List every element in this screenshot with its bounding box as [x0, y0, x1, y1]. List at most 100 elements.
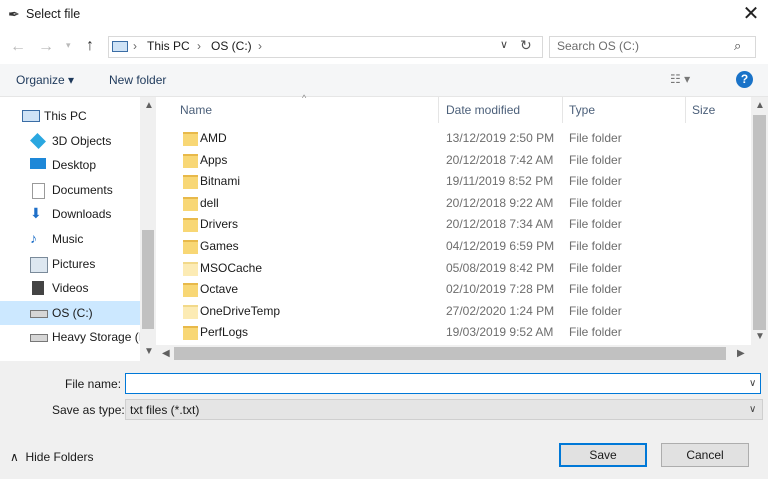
scroll-right-icon[interactable]: ▶ [737, 348, 745, 359]
sidebar-item-this-pc[interactable]: This PC [0, 104, 140, 128]
file-date-modified: 05/08/2019 8:42 PM [446, 260, 555, 275]
table-row[interactable]: PerfLogs 19/03/2019 9:52 AM File folder [156, 322, 751, 344]
sidebar-item-label: Documents [52, 182, 113, 197]
sidebar-item-label: This PC [44, 109, 87, 123]
file-type: File folder [569, 282, 622, 297]
drive-icon [30, 309, 48, 318]
nav-scroll-thumb[interactable] [142, 230, 154, 329]
column-header-date[interactable]: Date modified [446, 103, 520, 129]
save-button[interactable]: Save [559, 443, 647, 467]
file-name: Drivers [200, 217, 238, 232]
breadcrumb-os-c[interactable]: OS (C:) [211, 39, 252, 53]
table-row[interactable]: Octave 02/10/2019 7:28 PM File folder [156, 279, 751, 301]
picture-icon [30, 256, 48, 273]
file-date-modified: 02/10/2019 7:28 PM [446, 282, 555, 297]
table-row[interactable]: OneDriveTemp 27/02/2020 1:24 PM File folde… [156, 301, 751, 323]
sidebar-item-label: Pictures [52, 256, 96, 271]
file-name-input[interactable] [125, 373, 761, 394]
music-note-icon: ♪ [30, 230, 37, 246]
file-date-modified: 20/12/2018 9:22 AM [446, 195, 554, 210]
folder-icon [183, 304, 198, 319]
column-divider[interactable] [562, 97, 563, 123]
new-folder-button[interactable]: New folder [109, 73, 166, 87]
breadcrumb-separator-icon[interactable]: › [197, 39, 201, 53]
file-name: Apps [200, 152, 228, 167]
file-date-modified: 20/12/2018 7:42 AM [446, 152, 554, 167]
folder-icon [183, 132, 198, 146]
sidebar-item-music[interactable]: ♪ Music [0, 227, 140, 251]
file-date-modified: 27/02/2020 1:24 PM [446, 303, 555, 318]
chevron-down-icon[interactable]: ∨ [749, 378, 756, 389]
sidebar-item-heavy-storage-i[interactable]: Heavy Storage (I [0, 325, 143, 349]
breadcrumb-separator-icon[interactable]: › [133, 39, 137, 53]
file-name-label: File name: [65, 377, 122, 391]
sidebar-item-label: Heavy Storage (I [52, 330, 143, 345]
sidebar-item-label: 3D Objects [52, 133, 112, 148]
column-divider[interactable] [438, 97, 439, 123]
scroll-left-icon[interactable]: ◀ [162, 348, 170, 359]
horizontal-scroll-thumb[interactable] [174, 347, 726, 360]
title-bar [0, 0, 768, 30]
sidebar-item-downloads[interactable]: ⬇ Downloads [0, 202, 140, 226]
file-date-modified: 19/11/2019 8:52 PM [446, 174, 554, 189]
sidebar-item-desktop[interactable]: Desktop [0, 153, 140, 177]
table-row[interactable]: Apps 20/12/2018 7:42 AM File folder [156, 150, 751, 172]
column-header-type[interactable]: Type [569, 103, 595, 129]
close-button[interactable]: ✕ [736, 2, 766, 28]
sidebar-item-videos[interactable]: Videos [0, 276, 140, 300]
save-as-type-select[interactable] [125, 399, 763, 420]
sidebar-item-label: OS (C:) [52, 305, 93, 320]
recent-locations-chevron-icon[interactable]: ▾ [66, 40, 71, 51]
file-name: MSOCache [200, 260, 263, 275]
breadcrumb-separator-icon[interactable]: › [258, 39, 262, 53]
sidebar-item-os-c[interactable]: OS (C:) [0, 300, 140, 325]
chevron-up-icon: ∧ [10, 450, 19, 464]
table-row[interactable]: MSOCache 05/08/2019 8:42 PM File folder [156, 258, 751, 280]
table-row[interactable]: dell 20/12/2018 9:22 AM File folder [156, 193, 751, 215]
sidebar-item-documents[interactable]: Documents [0, 178, 140, 202]
pc-icon [22, 110, 40, 122]
search-icon[interactable]: ⌕ [734, 38, 741, 54]
table-row[interactable]: Bitnami 19/11/2019 8:52 PM File folder [156, 171, 751, 193]
view-options-icon[interactable]: ☷ ▾ [670, 72, 690, 86]
sidebar-item-pictures[interactable]: Pictures [0, 252, 140, 276]
file-name: dell [200, 195, 219, 210]
file-type: File folder [569, 239, 622, 253]
sidebar-item-label: Videos [52, 281, 89, 296]
scroll-up-icon[interactable]: ▲ [755, 100, 765, 111]
back-arrow-icon[interactable]: ← [10, 38, 26, 56]
table-row[interactable]: Drivers 20/12/2018 7:34 AM File folder [156, 214, 751, 236]
table-row[interactable]: Games 04/12/2019 6:59 PM File folder [156, 236, 751, 258]
table-row[interactable]: AMD 13/12/2019 2:50 PM File folder [156, 128, 751, 150]
folder-icon [183, 218, 198, 233]
chevron-down-icon[interactable]: ∨ [500, 38, 508, 51]
search-input[interactable]: Search OS (C:) [557, 39, 639, 53]
sidebar-item-label: Desktop [52, 158, 97, 173]
scroll-down-icon[interactable]: ▼ [144, 346, 154, 357]
file-type: File folder [569, 174, 622, 189]
help-icon[interactable]: ? [736, 71, 753, 88]
cancel-button[interactable]: Cancel [661, 443, 749, 467]
vertical-scroll-thumb[interactable] [753, 115, 766, 330]
scroll-up-icon[interactable]: ▲ [144, 100, 154, 111]
organize-button[interactable]: Organize ▾ [16, 73, 74, 87]
breadcrumb-this-pc[interactable]: This PC [147, 39, 190, 53]
hide-folders-label: Hide Folders [25, 450, 94, 464]
column-divider[interactable] [685, 97, 686, 123]
up-arrow-icon[interactable]: ↑ [86, 37, 94, 55]
save-as-type-value: txt files (*.txt) [130, 403, 200, 417]
refresh-icon[interactable]: ↻ [520, 37, 532, 54]
folder-icon [183, 196, 198, 211]
forward-arrow-icon[interactable]: → [38, 38, 54, 56]
column-header-size[interactable]: Size [692, 103, 715, 129]
pc-icon [112, 41, 128, 52]
chevron-down-icon[interactable]: ∨ [749, 404, 756, 415]
scroll-down-icon[interactable]: ▼ [755, 331, 765, 342]
folder-icon [183, 261, 198, 276]
column-header-name[interactable]: Name [180, 103, 212, 129]
file-date-modified: 20/12/2018 7:34 AM [446, 217, 554, 232]
cube-icon [30, 132, 46, 149]
sidebar-item-3d-objects[interactable]: 3D Objects [0, 129, 140, 153]
film-icon [32, 281, 44, 296]
hide-folders-button[interactable]: ∧ Hide Folders [10, 450, 94, 464]
